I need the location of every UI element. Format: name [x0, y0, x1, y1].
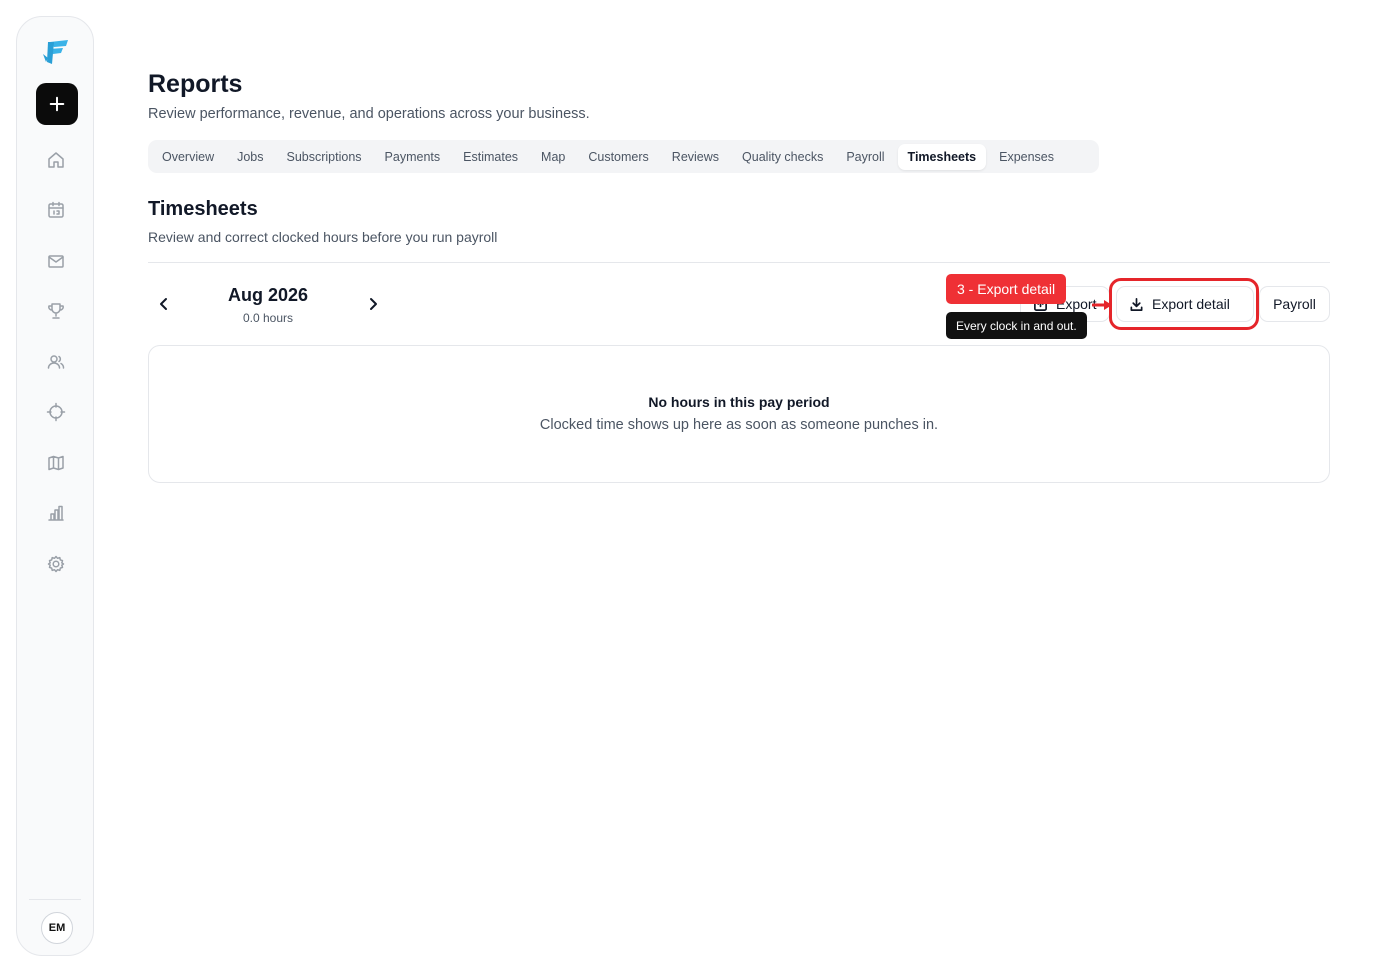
empty-state-title: No hours in this pay period — [648, 394, 830, 410]
tab-estimates[interactable]: Estimates — [453, 144, 528, 170]
period-label: Aug 2026 — [227, 285, 309, 305]
previous-period-button[interactable] — [154, 294, 174, 314]
tab-reviews[interactable]: Reviews — [662, 144, 729, 170]
tooltip: Every clock in and out. — [946, 312, 1087, 339]
page-subtitle: Review performance, revenue, and operati… — [148, 106, 590, 122]
empty-state-card: No hours in this pay period Clocked time… — [148, 345, 1330, 483]
trophy-icon[interactable] — [46, 301, 66, 321]
sidebar-divider — [29, 899, 81, 900]
download-icon — [1130, 297, 1143, 311]
map-icon[interactable] — [46, 453, 66, 473]
brand-logo-icon[interactable] — [41, 37, 71, 67]
tab-subscriptions[interactable]: Subscriptions — [277, 144, 372, 170]
tab-customers[interactable]: Customers — [578, 144, 658, 170]
reports-tabs: Overview Jobs Subscriptions Payments Est… — [148, 140, 1099, 173]
calendar-icon[interactable] — [46, 200, 66, 220]
tab-map[interactable]: Map — [531, 144, 575, 170]
tab-payroll[interactable]: Payroll — [836, 144, 894, 170]
section-title: Timesheets — [148, 198, 258, 220]
tab-overview[interactable]: Overview — [152, 144, 224, 170]
payroll-button[interactable]: Payroll — [1259, 286, 1330, 322]
export-detail-button-label: Export detail — [1152, 296, 1230, 312]
user-avatar[interactable]: EM — [41, 912, 73, 944]
section-divider — [148, 262, 1330, 263]
create-new-button[interactable] — [36, 83, 78, 125]
sidebar: EM — [16, 16, 94, 956]
page-title: Reports — [148, 70, 243, 98]
tab-expenses[interactable]: Expenses — [989, 144, 1064, 170]
gear-icon[interactable] — [46, 554, 66, 574]
payroll-button-label: Payroll — [1273, 296, 1316, 312]
chevron-right-icon — [370, 298, 377, 310]
chart-icon[interactable] — [46, 503, 66, 523]
crosshair-icon[interactable] — [46, 402, 66, 422]
mail-icon[interactable] — [46, 251, 66, 271]
arrow-right-icon — [1092, 300, 1112, 310]
tab-payments[interactable]: Payments — [375, 144, 451, 170]
tab-timesheets[interactable]: Timesheets — [897, 143, 987, 170]
empty-state-text: Clocked time shows up here as soon as so… — [539, 417, 939, 433]
tab-jobs[interactable]: Jobs — [227, 144, 273, 170]
next-period-button[interactable] — [363, 294, 383, 314]
step-callout: 3 - Export detail — [946, 274, 1067, 304]
home-icon[interactable] — [46, 150, 66, 170]
tab-quality-checks[interactable]: Quality checks — [732, 144, 833, 170]
export-detail-button[interactable]: Export detail — [1116, 286, 1254, 322]
users-icon[interactable] — [46, 352, 66, 372]
section-subtitle: Review and correct clocked hours before … — [148, 229, 498, 245]
plus-icon — [49, 96, 65, 112]
period-hours: 0.0 hours — [242, 311, 294, 325]
chevron-left-icon — [160, 298, 167, 310]
